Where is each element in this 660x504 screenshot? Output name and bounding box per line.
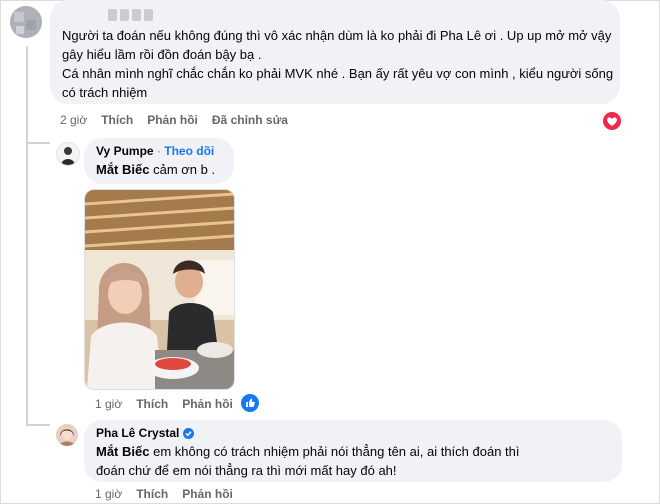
reply-text: em không có trách nhiệm phải nói thẳng t… — [96, 444, 520, 478]
thread-line — [26, 46, 28, 426]
thread-branch — [26, 424, 50, 426]
person-silhouette-icon — [57, 143, 79, 165]
reply-time[interactable]: 1 giờ — [95, 397, 122, 411]
thread-branch — [26, 142, 50, 144]
reply-actions: 1 giờ Thích Phản hồi — [95, 487, 247, 501]
comment-text: Người ta đoán nếu không đúng thì vô xác … — [62, 26, 614, 102]
comment-time[interactable]: 2 giờ — [60, 113, 87, 127]
couple-photo-image — [85, 190, 234, 389]
like-button[interactable]: Thích — [136, 397, 168, 411]
comment-paragraph: Cá nhân mình nghĩ chắc chắn ko phải MVK … — [62, 66, 614, 100]
mentioned-user[interactable]: Mắt Biếc — [96, 444, 149, 459]
reply-bubble: Pha Lê Crystal Mắt Biếc em không có trác… — [84, 420, 622, 482]
thumbs-up-icon[interactable] — [241, 394, 259, 412]
edited-label[interactable]: Đã chỉnh sửa — [212, 113, 288, 127]
separator-dot: · — [156, 144, 161, 158]
reply-author-name[interactable]: Vy Pumpe — [96, 144, 154, 158]
comment-paragraph: Người ta đoán nếu không đúng thì vô xác … — [62, 28, 612, 62]
attached-photo[interactable] — [84, 189, 235, 390]
follow-link[interactable]: Theo dõi — [164, 144, 214, 158]
reply-author-name[interactable]: Pha Lê Crystal — [96, 426, 179, 440]
mentioned-user[interactable]: Mắt Biếc — [96, 162, 149, 177]
comment-actions: 2 giờ Thích Phản hồi Đã chỉnh sửa — [60, 113, 302, 127]
reply-avatar[interactable] — [56, 142, 80, 166]
commenter-avatar[interactable] — [10, 6, 42, 38]
verified-badge-icon — [183, 427, 195, 439]
reply-avatar[interactable] — [56, 424, 78, 446]
reply-time[interactable]: 1 giờ — [95, 487, 122, 501]
comment-bubble: Người ta đoán nếu không đúng thì vô xác … — [50, 0, 620, 104]
like-button[interactable]: Thích — [136, 487, 168, 501]
heart-icon[interactable] — [602, 111, 622, 131]
like-button[interactable]: Thích — [101, 113, 133, 127]
blurred-commenter-name — [108, 8, 160, 24]
reply-actions: 1 giờ Thích Phản hồi — [95, 397, 247, 411]
reply-button[interactable]: Phản hồi — [182, 397, 233, 411]
avatar-blur-icon — [10, 6, 42, 38]
reply-button[interactable]: Phản hồi — [147, 113, 198, 127]
profile-photo-icon — [56, 424, 78, 446]
reply-bubble: Vy Pumpe · Theo dõi Mắt Biếc cảm ơn b . — [84, 138, 234, 184]
reply-text: cảm ơn b . — [153, 162, 216, 177]
reply-button[interactable]: Phản hồi — [182, 487, 233, 501]
